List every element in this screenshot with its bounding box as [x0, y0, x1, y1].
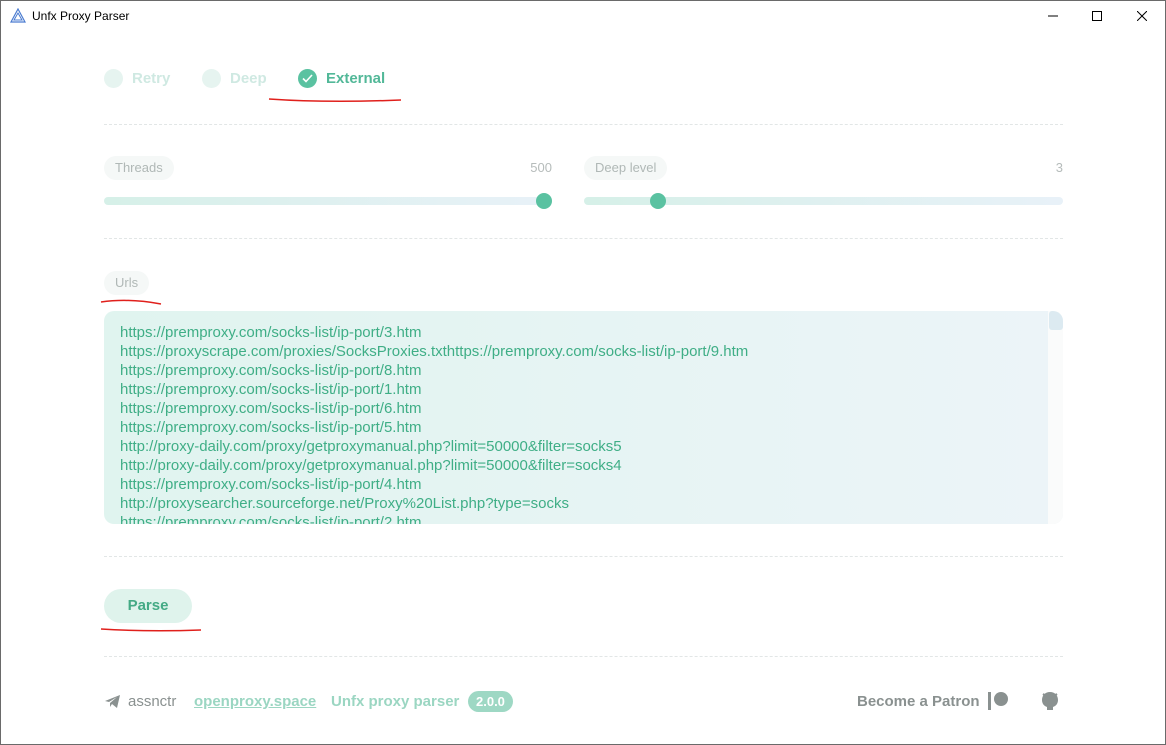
- site-link[interactable]: openproxy.space: [194, 693, 316, 710]
- annotation-underline: [268, 98, 402, 103]
- telegram-icon[interactable]: [104, 694, 121, 714]
- divider: [104, 238, 1063, 239]
- deep-level-value: 3: [1055, 160, 1063, 175]
- divider: [104, 124, 1063, 125]
- app-logo-icon: [9, 7, 27, 24]
- version-badge: 2.0.0: [468, 691, 513, 712]
- app-window: Unfx Proxy Parser Retry Deep External Th…: [0, 0, 1166, 745]
- deep-label: Deep: [230, 70, 267, 87]
- divider: [104, 556, 1063, 557]
- external-checkbox[interactable]: External: [298, 69, 385, 88]
- threads-value: 500: [530, 160, 552, 175]
- maximize-icon: [1092, 11, 1102, 21]
- divider: [104, 656, 1063, 657]
- url-item: https://premproxy.com/socks-list/ip-port…: [120, 324, 422, 341]
- url-item: https://premproxy.com/socks-list/ip-port…: [120, 362, 422, 379]
- urls-scrollbar-thumb[interactable]: [1049, 311, 1063, 330]
- checkbox-circle-icon: [202, 69, 221, 88]
- checkbox-circle-icon: [104, 69, 123, 88]
- close-icon: [1137, 11, 1147, 21]
- patreon-icon[interactable]: [988, 691, 1009, 716]
- urls-label: Urls: [104, 271, 150, 295]
- url-item: http://proxysearcher.sourceforge.net/Pro…: [120, 495, 569, 512]
- author-link[interactable]: assnctr: [128, 693, 176, 710]
- patron-link[interactable]: Become a Patron: [857, 693, 980, 710]
- deep-level-slider-thumb[interactable]: [650, 193, 666, 209]
- url-item: http://proxy-daily.com/proxy/getproxyman…: [120, 457, 622, 474]
- url-item: https://premproxy.com/socks-list/ip-port…: [120, 400, 422, 417]
- urls-scrollbar[interactable]: [1048, 311, 1063, 524]
- parse-button[interactable]: Parse: [104, 589, 192, 623]
- threads-slider-track[interactable]: [104, 197, 552, 205]
- maximize-button[interactable]: [1074, 1, 1120, 31]
- url-item: https://premproxy.com/socks-list/ip-port…: [120, 419, 422, 436]
- url-item: https://premproxy.com/socks-list/ip-port…: [120, 381, 422, 398]
- threads-slider-thumb[interactable]: [536, 193, 552, 209]
- urls-textarea[interactable]: https://premproxy.com/socks-list/ip-port…: [104, 311, 1063, 524]
- title-bar[interactable]: Unfx Proxy Parser: [1, 1, 1165, 31]
- url-item: https://premproxy.com/socks-list/ip-port…: [120, 476, 422, 493]
- url-item: http://proxy-daily.com/proxy/getproxyman…: [120, 438, 622, 455]
- minimize-icon: [1048, 11, 1058, 21]
- url-item: https://premproxy.com/socks-list/ip-port…: [120, 514, 422, 524]
- window-title: Unfx Proxy Parser: [32, 9, 130, 23]
- app-name: Unfx proxy parser: [331, 693, 460, 710]
- external-label: External: [326, 70, 386, 87]
- checkmark-icon: [298, 69, 317, 88]
- url-item: https://proxyscrape.com/proxies/SocksPro…: [120, 343, 749, 360]
- close-button[interactable]: [1119, 1, 1165, 31]
- minimize-button[interactable]: [1030, 1, 1076, 31]
- deep-level-label: Deep level: [584, 156, 668, 180]
- retry-checkbox[interactable]: Retry: [104, 69, 170, 88]
- urls-list: https://premproxy.com/socks-list/ip-port…: [120, 323, 748, 524]
- retry-label: Retry: [132, 70, 171, 87]
- threads-label: Threads: [104, 156, 174, 180]
- github-icon[interactable]: [1040, 691, 1060, 716]
- deep-checkbox[interactable]: Deep: [202, 69, 267, 88]
- annotation-underline: [100, 628, 202, 632]
- annotation-underline: [100, 299, 162, 305]
